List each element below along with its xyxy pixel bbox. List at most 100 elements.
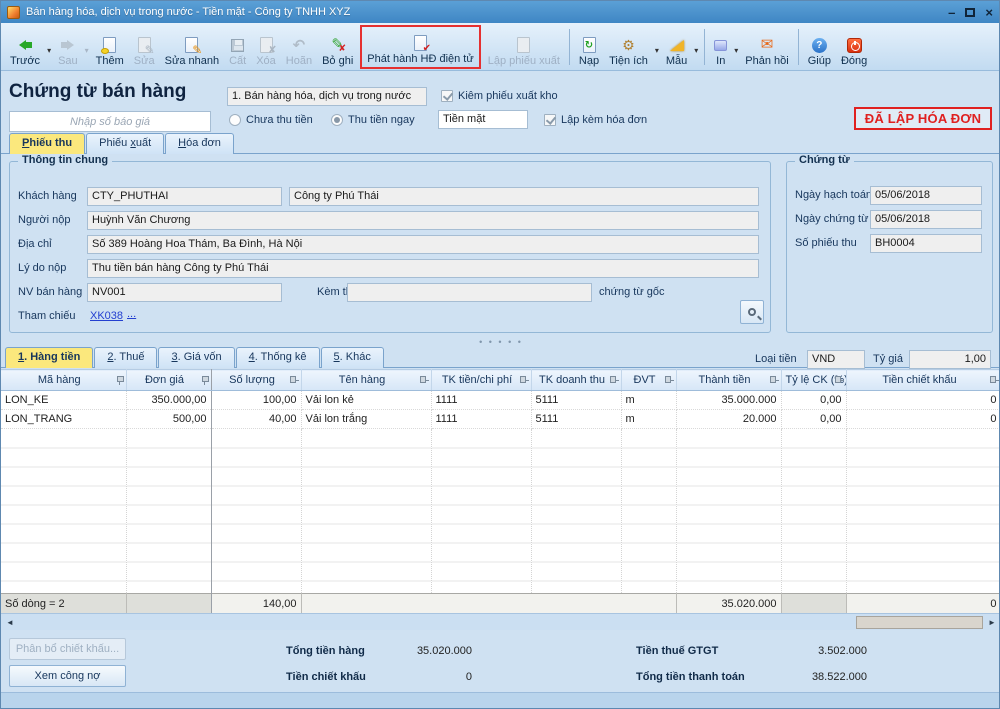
- column-header[interactable]: TK doanh thu: [531, 370, 621, 391]
- pin-icon[interactable]: [520, 377, 529, 384]
- add-button[interactable]: Thêm: [91, 25, 129, 69]
- forward-button: Sau: [53, 25, 83, 69]
- pin-icon[interactable]: [665, 377, 674, 384]
- posting-date-field[interactable]: 05/06/2018: [870, 186, 982, 205]
- table-row[interactable]: LON_TRANG500,00 40,00Vải lon trắng 11115…: [1, 410, 1000, 429]
- pin-icon[interactable]: [770, 377, 779, 384]
- quote-number-input[interactable]: [9, 111, 211, 132]
- column-header[interactable]: ĐVT: [621, 370, 676, 391]
- view-debt-button[interactable]: Xem công nợ: [9, 665, 126, 687]
- column-header[interactable]: Tiền chiết khấu: [846, 370, 1000, 391]
- reference-more-link[interactable]: ...: [127, 308, 136, 320]
- checkbox-icon: [441, 90, 453, 102]
- unpost-pencil-icon: ✎✘: [331, 35, 344, 55]
- exchange-rate-field[interactable]: 1,00: [909, 350, 991, 369]
- back-button[interactable]: Trước: [5, 25, 45, 69]
- lookup-button[interactable]: [740, 300, 764, 324]
- pin-icon[interactable]: [290, 377, 299, 384]
- reload-button[interactable]: ↻ Nạp: [574, 25, 604, 69]
- reference-link[interactable]: XK038: [90, 310, 123, 322]
- tab-thong-ke[interactable]: 4. Thống kê: [236, 347, 320, 368]
- column-header[interactable]: Đơn giá: [126, 370, 211, 391]
- issue-einvoice-button[interactable]: ✔ Phát hành HĐ điện tử: [362, 27, 478, 67]
- tab-phieu-xuat[interactable]: Phiếu xuất: [86, 133, 164, 154]
- doc-type-combo[interactable]: 1. Bán hàng hóa, dịch vụ trong nước: [227, 87, 427, 106]
- customer-code-field[interactable]: CTY_PHUTHAI: [87, 187, 282, 206]
- table-row[interactable]: LON_KE350.000,00 100,00Vải lon kẻ 111151…: [1, 391, 1000, 410]
- utilities-button[interactable]: ⚙ Tiện ích: [604, 25, 653, 69]
- tab-khac[interactable]: 5. Khác: [321, 347, 384, 368]
- save-button: Cất: [224, 25, 251, 69]
- forward-dropdown-caret: ▾: [85, 40, 89, 55]
- template-dropdown-caret[interactable]: ▾: [694, 40, 698, 55]
- total-payment-row: Tổng tiền thanh toán 38.522.000: [636, 671, 867, 683]
- checkbox-icon: [544, 114, 556, 126]
- help-button[interactable]: ? Giúp: [803, 25, 836, 69]
- maximize-button[interactable]: [965, 8, 975, 17]
- unpost-button[interactable]: ✎✘ Bỏ ghi: [317, 25, 358, 69]
- items-grid: Mã hàng Đơn giá Số lượng Tên hàng TK tiề…: [1, 369, 1000, 614]
- vat-row: Tiền thuế GTGT 3.502.000: [636, 645, 867, 657]
- column-header[interactable]: Số lượng: [211, 370, 301, 391]
- print-dropdown-caret[interactable]: ▾: [734, 40, 738, 55]
- pin-icon[interactable]: [420, 377, 429, 384]
- tab-thue[interactable]: 2. Thuế: [94, 347, 157, 368]
- issue-note-icon: [517, 35, 530, 55]
- pin-icon[interactable]: [835, 377, 844, 384]
- pin-icon[interactable]: [201, 376, 208, 385]
- horizontal-scrollbar[interactable]: ◄ ►: [1, 613, 1000, 630]
- radio-icon: [229, 114, 241, 126]
- payer-field[interactable]: Huỳnh Văn Chương: [87, 211, 759, 230]
- forward-arrow-icon: [61, 35, 74, 55]
- scroll-right-arrow[interactable]: ►: [984, 615, 1000, 630]
- quick-edit-icon: ✎: [185, 35, 198, 55]
- create-issue-note-button: Lập phiếu xuất: [483, 25, 565, 69]
- column-header[interactable]: Tên hàng: [301, 370, 431, 391]
- feedback-button[interactable]: ✉ Phản hồi: [740, 25, 793, 69]
- splitter-handle[interactable]: • • • • •: [1, 338, 1000, 345]
- attach-field[interactable]: [347, 283, 592, 302]
- customer-name-field[interactable]: Công ty Phú Thái: [289, 187, 759, 206]
- minimize-button[interactable]: –: [948, 6, 955, 19]
- pin-icon[interactable]: [610, 377, 619, 384]
- payment-method-field[interactable]: Tiền mặt: [438, 110, 528, 129]
- with-invoice-checkbox: Lập kèm hóa đơn: [544, 114, 647, 126]
- tab-hang-tien[interactable]: 1. Hàng tiền: [5, 347, 93, 368]
- tab-gia-von[interactable]: 3. Giá vốn: [158, 347, 234, 368]
- quick-edit-button[interactable]: ✎ Sửa nhanh: [160, 25, 224, 69]
- address-field[interactable]: Số 389 Hoàng Hoa Thám, Ba Đình, Hà Nội: [87, 235, 759, 254]
- save-floppy-icon: [231, 35, 244, 55]
- column-header[interactable]: Mã hàng: [1, 370, 126, 391]
- utilities-gear-icon: ⚙: [622, 35, 635, 55]
- tab-hoa-don[interactable]: Hóa đơn: [165, 133, 234, 154]
- pin-icon[interactable]: [990, 377, 999, 384]
- back-dropdown-caret[interactable]: ▾: [47, 40, 51, 55]
- print-button[interactable]: In: [709, 25, 732, 69]
- template-button[interactable]: Mẫu: [661, 25, 692, 69]
- close-button[interactable]: ×: [985, 6, 993, 19]
- currency-combo[interactable]: VND: [807, 350, 865, 369]
- scroll-left-arrow[interactable]: ◄: [2, 615, 18, 630]
- toolbar-separator: [569, 29, 570, 65]
- delete-document-icon: ✘: [260, 35, 273, 55]
- reason-field[interactable]: Thu tiền bán hàng Công ty Phú Thái: [87, 259, 759, 278]
- close-form-button[interactable]: Đóng: [836, 25, 872, 69]
- grid-empty-area[interactable]: [1, 429, 1000, 594]
- help-icon: ?: [812, 35, 827, 55]
- utilities-dropdown-caret[interactable]: ▾: [655, 40, 659, 55]
- salesman-field[interactable]: NV001: [87, 283, 282, 302]
- doc-date-field[interactable]: 05/06/2018: [870, 210, 982, 229]
- collect-now-radio: Thu tiền ngay: [331, 114, 415, 126]
- column-header[interactable]: Thành tiền: [676, 370, 781, 391]
- column-header[interactable]: TK tiền/chi phí: [431, 370, 531, 391]
- pin-icon[interactable]: [116, 376, 123, 385]
- grid-summary-row: Số dòng = 2 140,00 35.020.000 0: [1, 594, 1000, 614]
- scrollbar-thumb[interactable]: [856, 616, 983, 629]
- tab-phieu-thu[interactable]: Phiếu thu: [9, 133, 85, 154]
- edit-document-icon: ✎: [138, 35, 151, 55]
- detail-tabs: 1. Hàng tiền 2. Thuế 3. Giá vốn 4. Thống…: [5, 347, 385, 368]
- column-header[interactable]: Tỷ lệ CK (%): [781, 370, 846, 391]
- app-window: Bán hàng hóa, dịch vụ trong nước - Tiền …: [0, 0, 1000, 709]
- receipt-no-field[interactable]: BH0004: [870, 234, 982, 253]
- radio-selected-icon: [331, 114, 343, 126]
